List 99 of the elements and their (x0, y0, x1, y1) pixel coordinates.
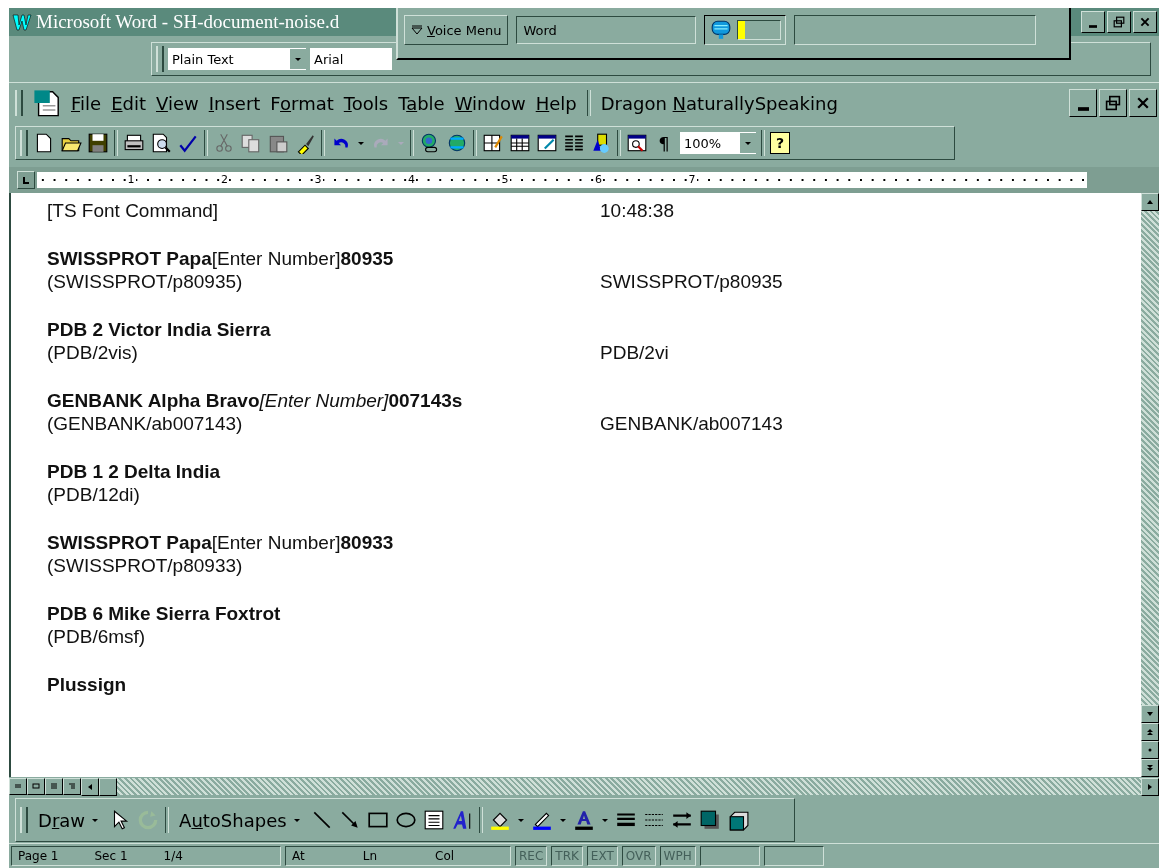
document-icon[interactable] (33, 89, 61, 117)
outline-view-icon[interactable] (68, 782, 76, 790)
vertical-scrollbar[interactable] (1141, 193, 1159, 777)
database-code: (PDB/2vis) (47, 341, 139, 364)
toolbar-grip[interactable] (20, 807, 28, 833)
wordart-a-icon[interactable] (450, 809, 473, 831)
horizontal-scrollbar[interactable] (81, 777, 1159, 795)
print-preview-icon[interactable] (150, 132, 172, 154)
next-page-icon[interactable] (1146, 764, 1154, 772)
floppy-icon[interactable] (87, 132, 109, 154)
database-code: (GENBANK/ab007143) (47, 412, 244, 435)
minimize-button[interactable] (1081, 11, 1105, 33)
table-pencil-icon[interactable] (482, 132, 504, 154)
autoshapes-menu-button[interactable]: AutoShapes (175, 809, 305, 831)
caret-icon (294, 55, 302, 63)
caret-icon (91, 816, 100, 824)
spoken-command: PDB 1 2 Delta India (47, 460, 222, 483)
voice-menu-button[interactable]: Voice Menu (404, 15, 509, 45)
spoken-command: PDB 2 Victor India Sierra (47, 318, 272, 341)
minimize-icon (1089, 24, 1097, 28)
show-marks-button[interactable]: ¶ (653, 132, 675, 154)
shadow-icon[interactable] (698, 809, 721, 831)
close-icon (1139, 16, 1151, 28)
spoken-command: PDB 6 Mike Sierra Foxtrot (47, 602, 282, 625)
normal-view-icon[interactable] (14, 782, 22, 790)
status-text: Page 1 (18, 849, 59, 863)
menu-item[interactable]: Format (270, 92, 334, 114)
spoken-command: Plussign (47, 673, 128, 696)
spoken-command: [TS Font Command] (47, 199, 220, 222)
caret-icon[interactable] (516, 816, 525, 824)
scroll-thumb[interactable] (99, 777, 117, 796)
restore-button[interactable] (1107, 11, 1131, 33)
document-map-icon[interactable] (626, 132, 648, 154)
spreadsheet-icon[interactable] (536, 132, 558, 154)
font-color-icon[interactable] (572, 809, 595, 831)
toolbar-grip[interactable] (156, 46, 164, 72)
menu-item[interactable]: Table (398, 92, 445, 114)
web-view-icon[interactable] (32, 782, 40, 790)
database-code: (SWISSPROT/p80933) (47, 554, 244, 577)
word-logo-icon (12, 12, 32, 32)
page-view-icon[interactable] (50, 782, 58, 790)
down-arrow-icon[interactable] (1146, 710, 1154, 718)
zoom-dropdown[interactable]: 100% (680, 132, 756, 154)
caret-icon (292, 816, 301, 824)
up-arrow-icon[interactable] (1146, 198, 1154, 206)
caret-icon[interactable] (558, 816, 567, 824)
previous-page-icon[interactable] (1146, 728, 1154, 736)
window-title: Microsoft Word - SH-document-noise.d (36, 11, 340, 33)
status-text: 1/4 (163, 849, 183, 863)
close-icon (1135, 95, 1151, 111)
status-text: Col (435, 849, 455, 863)
spoken-command: GENBANK Alpha Bravo[Enter Number]007143s (47, 389, 464, 412)
menu-item[interactable]: File (71, 92, 102, 114)
database-code: (SWISSPROT/p80935) (47, 270, 244, 293)
restore-icon (1113, 16, 1125, 28)
minimize-button[interactable] (1069, 89, 1097, 117)
menu-caret-icon (411, 24, 423, 36)
text-box-icon[interactable] (422, 809, 445, 831)
status-text: At (292, 849, 305, 863)
browse-object-icon[interactable] (1146, 746, 1154, 754)
tab-selector[interactable] (17, 171, 35, 189)
spoken-command: SWISSPROT Papa[Enter Number]80935 (47, 247, 395, 270)
menu-item[interactable]: Dragon NaturallySpeaking (600, 92, 838, 114)
copy-icon[interactable] (240, 132, 262, 154)
shapes-icon[interactable] (590, 132, 612, 154)
close-button[interactable] (1129, 89, 1157, 117)
menu-item[interactable]: Window (454, 92, 526, 114)
double-arrow-icon[interactable] (670, 809, 693, 831)
menu-item[interactable]: Help (535, 92, 577, 114)
menu-item[interactable]: Tools (343, 92, 389, 114)
status-text: Ln (362, 849, 377, 863)
spoken-command: SWISSPROT Papa[Enter Number]80933 (47, 531, 395, 554)
database-code: (PDB/12di) (47, 483, 141, 506)
close-button[interactable] (1133, 11, 1157, 33)
table-grid-icon[interactable] (509, 132, 531, 154)
database-code: (PDB/6msf) (47, 625, 147, 648)
menu-item[interactable]: Insert (208, 92, 261, 114)
toolbar-grip[interactable] (20, 130, 28, 156)
tab-stop-icon (21, 175, 31, 185)
caret-icon[interactable] (600, 816, 609, 824)
caret-icon[interactable] (357, 139, 365, 147)
recognized-word-field: Word (516, 16, 697, 44)
style-dropdown[interactable]: Plain Text (168, 48, 306, 70)
menu-item[interactable]: View (156, 92, 199, 114)
restore-icon (1105, 95, 1121, 111)
status-field (699, 846, 760, 866)
status-text: Sec 1 (94, 849, 128, 863)
left-arrow-icon[interactable] (86, 782, 94, 791)
toolbar-grip[interactable] (15, 90, 23, 116)
status-field (763, 846, 824, 866)
minimize-icon (1077, 107, 1089, 111)
font-dropdown[interactable]: Arial (310, 48, 392, 70)
caret-icon (744, 139, 752, 147)
right-arrow-icon[interactable] (1146, 782, 1154, 791)
timestamp: 10:48:38 (600, 199, 675, 222)
menu-item[interactable]: Edit (111, 92, 146, 114)
draw-menu-button[interactable]: Draw (34, 809, 104, 831)
help-button[interactable]: ? (770, 132, 790, 154)
restore-button[interactable] (1099, 89, 1127, 117)
